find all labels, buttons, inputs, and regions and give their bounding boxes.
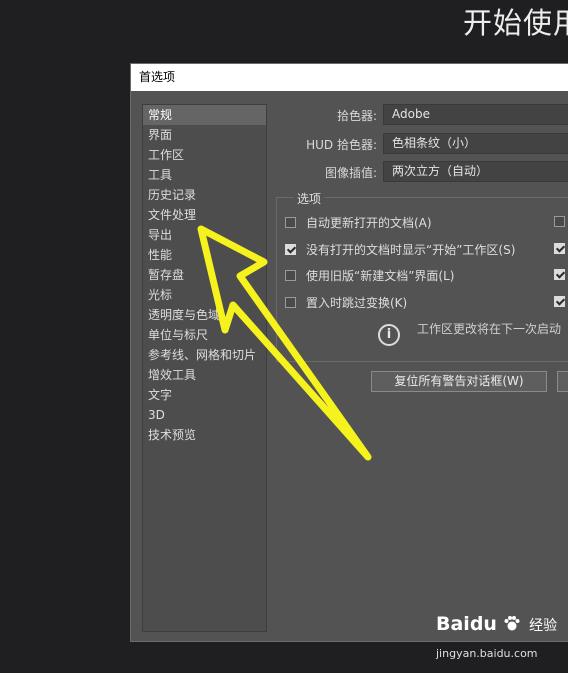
watermark-url: jingyan.baidu.com — [436, 647, 538, 660]
paw-icon — [503, 615, 521, 637]
watermark-logo: Baidu 经验 — [436, 613, 557, 637]
watermark-jingyan-text: 经验 — [529, 618, 558, 634]
watermark-baidu-text: Baidu — [436, 613, 497, 635]
arrow-annotation — [197, 225, 372, 461]
